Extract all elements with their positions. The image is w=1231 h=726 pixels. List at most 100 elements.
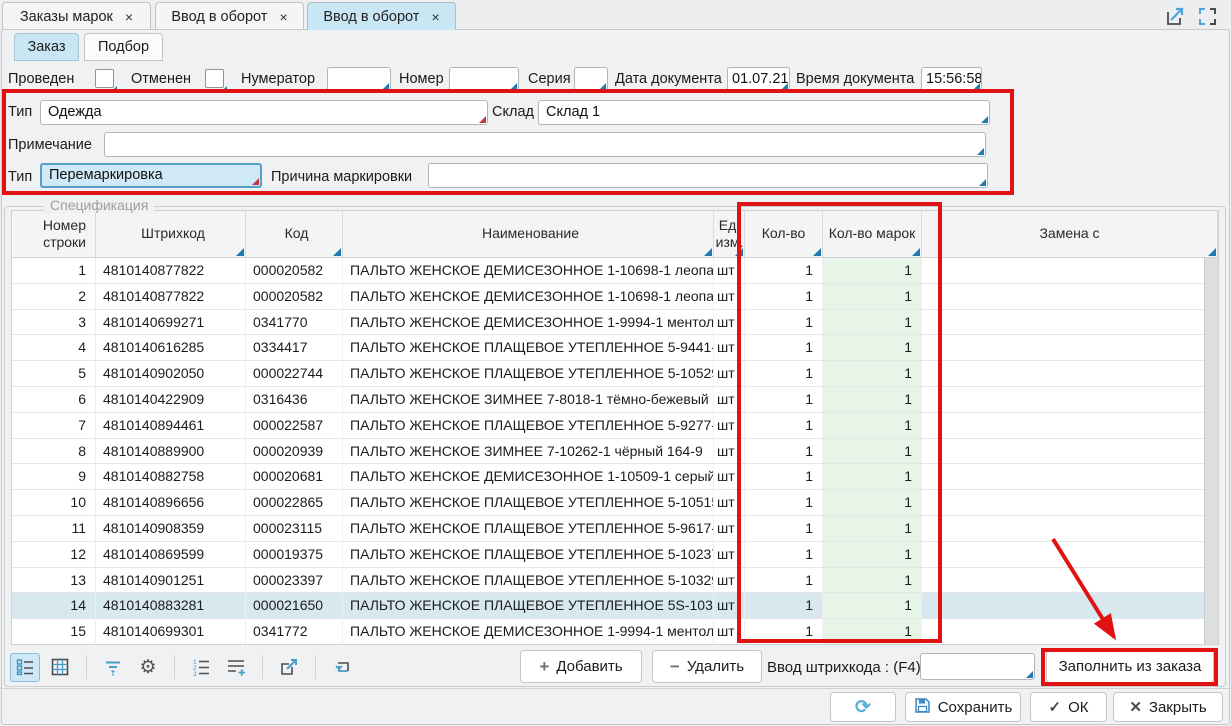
tab-vvod-v-oborot-2[interactable]: Ввод в оборот × bbox=[307, 2, 456, 30]
sklad-input[interactable]: Склад 1 bbox=[538, 100, 990, 125]
cell-rep bbox=[922, 542, 1218, 567]
filter-icon[interactable] bbox=[98, 653, 128, 682]
table-row[interactable]: 144810140883281000021650ПАЛЬТО ЖЕНСКОЕ П… bbox=[12, 593, 1218, 619]
cell-qty[interactable]: 1 bbox=[745, 284, 823, 309]
column-header-marks-qty[interactable]: Кол-во марок bbox=[823, 211, 922, 257]
cell-marks[interactable]: 1 bbox=[823, 413, 922, 438]
column-header-row-num[interactable]: Номер строки bbox=[12, 211, 96, 257]
column-header-code[interactable]: Код bbox=[246, 211, 343, 257]
ok-button[interactable]: ✓ ОК bbox=[1030, 692, 1107, 722]
table-row[interactable]: 448101406162850334417ПАЛЬТО ЖЕНСКОЕ ПЛАЩ… bbox=[12, 335, 1218, 361]
vertical-scrollbar[interactable] bbox=[1204, 258, 1218, 645]
cell-qty[interactable]: 1 bbox=[745, 568, 823, 593]
cell-marks[interactable]: 1 bbox=[823, 490, 922, 515]
cell-code: 0341770 bbox=[246, 310, 343, 335]
close-button[interactable]: ✕ Закрыть bbox=[1113, 692, 1223, 722]
reason-input[interactable] bbox=[428, 163, 988, 188]
cell-marks[interactable]: 1 bbox=[823, 464, 922, 489]
list-view-icon[interactable] bbox=[10, 653, 40, 682]
cell-marks[interactable]: 1 bbox=[823, 387, 922, 412]
otmenen-checkbox[interactable] bbox=[205, 69, 224, 88]
close-tab-icon[interactable]: × bbox=[125, 9, 133, 25]
tab-zakaz[interactable]: Заказ bbox=[14, 33, 79, 61]
repeat-icon[interactable] bbox=[327, 653, 357, 682]
numerator-input[interactable] bbox=[327, 67, 391, 92]
cell-qty[interactable]: 1 bbox=[745, 619, 823, 644]
cell-marks[interactable]: 1 bbox=[823, 542, 922, 567]
add-button[interactable]: + Добавить bbox=[520, 650, 642, 683]
table-row[interactable]: 54810140902050000022744ПАЛЬТО ЖЕНСКОЕ ПЛ… bbox=[12, 361, 1218, 387]
cell-qty[interactable]: 1 bbox=[745, 516, 823, 541]
cell-code: 0334417 bbox=[246, 335, 343, 360]
cell-marks[interactable]: 1 bbox=[823, 593, 922, 618]
grid-view-icon[interactable] bbox=[45, 653, 75, 682]
tab-vvod-v-oborot-1[interactable]: Ввод в оборот × bbox=[155, 2, 304, 30]
close-tab-icon[interactable]: × bbox=[279, 9, 287, 25]
barcode-entry-input[interactable] bbox=[920, 653, 1035, 680]
open-in-window-icon[interactable] bbox=[1163, 5, 1186, 28]
column-header-replace[interactable]: Замена с bbox=[922, 211, 1218, 257]
column-header-qty[interactable]: Кол-во bbox=[745, 211, 823, 257]
cell-qty[interactable]: 1 bbox=[745, 413, 823, 438]
table-row[interactable]: 104810140896656000022865ПАЛЬТО ЖЕНСКОЕ П… bbox=[12, 490, 1218, 516]
tab-label: Заказы марок bbox=[20, 9, 113, 25]
tab-podbor[interactable]: Подбор bbox=[84, 33, 163, 61]
cell-marks[interactable]: 1 bbox=[823, 568, 922, 593]
fill-from-order-button[interactable]: Заполнить из заказа bbox=[1046, 650, 1214, 683]
settings-gear-icon[interactable]: ⚙ bbox=[133, 653, 163, 682]
cell-marks[interactable]: 1 bbox=[823, 619, 922, 644]
doc-date-input[interactable]: 01.07.21 bbox=[727, 67, 790, 92]
doc-time-input[interactable]: 15:56:58 bbox=[921, 67, 982, 92]
column-header-name[interactable]: Наименование bbox=[343, 211, 714, 257]
cell-marks[interactable]: 1 bbox=[823, 310, 922, 335]
proveden-checkbox[interactable] bbox=[95, 69, 114, 88]
cell-qty[interactable]: 1 bbox=[745, 542, 823, 567]
cell-qty[interactable]: 1 bbox=[745, 387, 823, 412]
note-input[interactable] bbox=[104, 132, 986, 157]
delete-button[interactable]: − Удалить bbox=[652, 650, 762, 683]
cell-marks[interactable]: 1 bbox=[823, 335, 922, 360]
table-row[interactable]: 74810140894461000022587ПАЛЬТО ЖЕНСКОЕ ПЛ… bbox=[12, 413, 1218, 439]
table-row[interactable]: 24810140877822000020582ПАЛЬТО ЖЕНСКОЕ ДЕ… bbox=[12, 284, 1218, 310]
save-button[interactable]: Сохранить bbox=[905, 692, 1021, 722]
table-row[interactable]: 348101406992710341770ПАЛЬТО ЖЕНСКОЕ ДЕМИ… bbox=[12, 310, 1218, 336]
cell-qty[interactable]: 1 bbox=[745, 361, 823, 386]
cell-marks[interactable]: 1 bbox=[823, 516, 922, 541]
table-row[interactable]: 84810140889900000020939ПАЛЬТО ЖЕНСКОЕ ЗИ… bbox=[12, 439, 1218, 465]
numbered-list-icon[interactable]: 1 2 3 bbox=[186, 653, 216, 682]
refresh-button[interactable]: ⟳ bbox=[830, 692, 896, 722]
table-row[interactable]: 1548101406993010341772ПАЛЬТО ЖЕНСКОЕ ДЕМ… bbox=[12, 619, 1218, 645]
cell-unit: шт bbox=[714, 593, 745, 618]
cell-marks[interactable]: 1 bbox=[823, 284, 922, 309]
cell-qty[interactable]: 1 bbox=[745, 258, 823, 283]
nomer-input[interactable] bbox=[449, 67, 519, 92]
table-row[interactable]: 94810140882758000020681ПАЛЬТО ЖЕНСКОЕ ДЕ… bbox=[12, 464, 1218, 490]
cell-marks[interactable]: 1 bbox=[823, 258, 922, 283]
cell-qty[interactable]: 1 bbox=[745, 593, 823, 618]
cell-qty[interactable]: 1 bbox=[745, 335, 823, 360]
close-tab-icon[interactable]: × bbox=[431, 9, 439, 25]
tip2-input[interactable]: Перемаркировка bbox=[40, 163, 262, 188]
seriya-input[interactable] bbox=[574, 67, 608, 92]
cell-qty[interactable]: 1 bbox=[745, 310, 823, 335]
note-label: Примечание bbox=[8, 137, 92, 153]
cell-qty[interactable]: 1 bbox=[745, 464, 823, 489]
tip-input[interactable]: Одежда bbox=[40, 100, 488, 125]
add-rows-icon[interactable] bbox=[221, 653, 251, 682]
table-row[interactable]: 124810140869599000019375ПАЛЬТО ЖЕНСКОЕ П… bbox=[12, 542, 1218, 568]
table-row[interactable]: 14810140877822000020582ПАЛЬТО ЖЕНСКОЕ ДЕ… bbox=[12, 258, 1218, 284]
fullscreen-icon[interactable] bbox=[1196, 5, 1219, 28]
cell-code: 000022744 bbox=[246, 361, 343, 386]
open-external-icon[interactable] bbox=[274, 653, 304, 682]
cell-qty[interactable]: 1 bbox=[745, 490, 823, 515]
tab-zakazy-marok[interactable]: Заказы марок × bbox=[2, 2, 151, 30]
table-row[interactable]: 134810140901251000023397ПАЛЬТО ЖЕНСКОЕ П… bbox=[12, 568, 1218, 594]
cell-marks[interactable]: 1 bbox=[823, 439, 922, 464]
column-header-unit[interactable]: Ед. изм. bbox=[714, 211, 745, 257]
table-row[interactable]: 114810140908359000023115ПАЛЬТО ЖЕНСКОЕ П… bbox=[12, 516, 1218, 542]
table-row[interactable]: 648101404229090316436ПАЛЬТО ЖЕНСКОЕ ЗИМН… bbox=[12, 387, 1218, 413]
cell-qty[interactable]: 1 bbox=[745, 439, 823, 464]
cell-marks[interactable]: 1 bbox=[823, 361, 922, 386]
column-header-barcode[interactable]: Штрихкод bbox=[96, 211, 246, 257]
spec-table-body: 14810140877822000020582ПАЛЬТО ЖЕНСКОЕ ДЕ… bbox=[12, 258, 1218, 645]
